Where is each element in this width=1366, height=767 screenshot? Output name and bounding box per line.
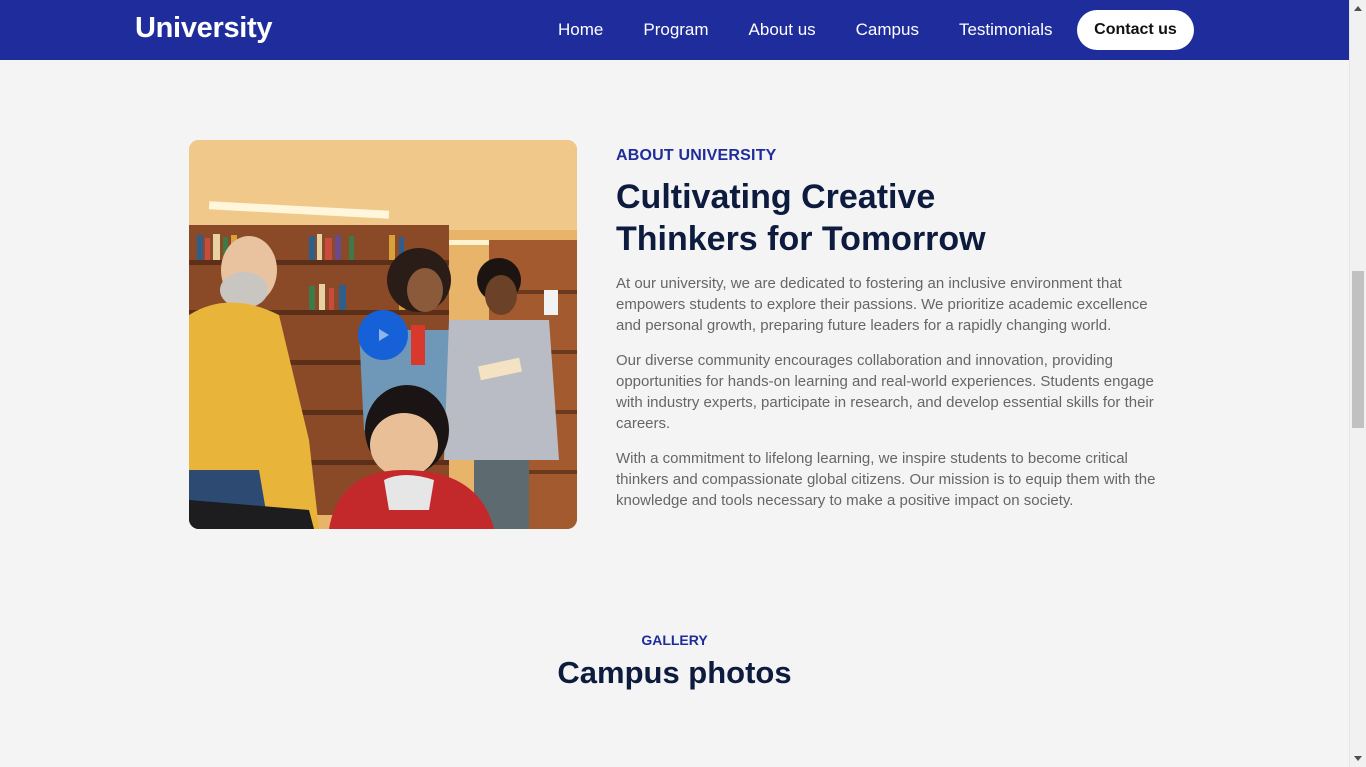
- main-nav: Home Program About us Campus Testimonial…: [558, 0, 1093, 60]
- about-eyebrow: ABOUT UNIVERSITY: [616, 147, 777, 164]
- play-video-button[interactable]: [358, 310, 408, 360]
- about-video-thumbnail[interactable]: [189, 140, 577, 529]
- page: University Home Program About us Campus …: [0, 0, 1349, 767]
- contact-us-button[interactable]: Contact us: [1077, 10, 1194, 50]
- nav-link-program[interactable]: Program: [643, 20, 708, 40]
- gallery-section-header: GALLERY Campus photos: [0, 632, 1349, 691]
- about-paragraph-1: At our university, we are dedicated to f…: [616, 275, 1148, 334]
- page-scrollbar[interactable]: [1349, 0, 1366, 767]
- top-navbar: University Home Program About us Campus …: [0, 0, 1349, 60]
- gallery-eyebrow: GALLERY: [641, 632, 708, 648]
- scrollbar-thumb[interactable]: [1352, 271, 1364, 428]
- about-paragraph-3: With a commitment to lifelong learning, …: [616, 450, 1156, 509]
- brand-logo[interactable]: University: [135, 12, 273, 45]
- about-paragraph-2: Our diverse community encourages collabo…: [616, 352, 1154, 432]
- nav-link-about-us[interactable]: About us: [749, 20, 816, 40]
- scroll-down-arrow-icon[interactable]: [1354, 756, 1362, 761]
- nav-link-campus[interactable]: Campus: [856, 20, 919, 40]
- about-text-block: ABOUT UNIVERSITY Cultivating Creative Th…: [616, 147, 1166, 511]
- nav-link-home[interactable]: Home: [558, 20, 603, 40]
- nav-link-testimonials[interactable]: Testimonials: [959, 20, 1053, 40]
- gallery-title: Campus photos: [557, 655, 792, 690]
- play-icon: [379, 329, 389, 341]
- about-title: Cultivating Creative Thinkers for Tomorr…: [616, 178, 986, 258]
- scroll-up-arrow-icon[interactable]: [1354, 6, 1362, 11]
